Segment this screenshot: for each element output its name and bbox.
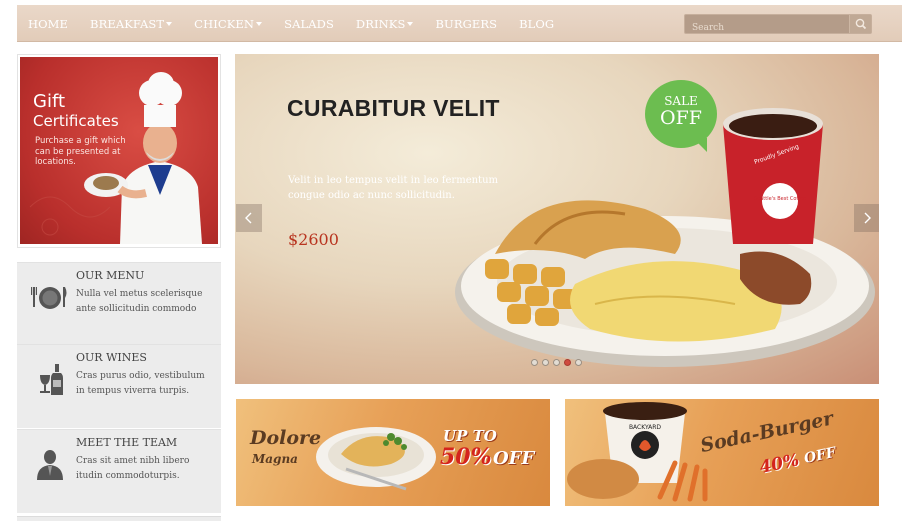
banner-left-off: OFF: [493, 448, 535, 469]
info-text: Cras purus odio, vestibulum in tempus vi…: [76, 371, 205, 396]
search-icon: [855, 18, 867, 30]
banner-left-title: Dolore: [250, 427, 322, 449]
promo-banner-soda-burger[interactable]: BACKYARD Soda-Burger 40% OFF: [565, 399, 879, 506]
slide-text: Velit in leo tempus velit in leo ferment…: [288, 175, 498, 201]
gift-description: Purchase a gift which can be presented a…: [35, 136, 126, 167]
sale-badge-line1: SALE: [664, 94, 698, 108]
banner-left-upto: UP TO: [443, 427, 497, 445]
nav-item-chicken[interactable]: CHICKEN: [194, 17, 263, 31]
info-text: Cras sit amet nibh libero itudin commodo…: [76, 456, 190, 481]
slider-dot[interactable]: [553, 359, 560, 366]
info-box-our-wines[interactable]: OUR WINES Cras purus odio, vestibulum in…: [17, 344, 221, 428]
main-menu: HOME BREAKFAST CHICKEN SALADS DRINKS BUR…: [17, 5, 565, 42]
nav-item-burgers[interactable]: BURGERS: [435, 17, 497, 31]
person-icon: [37, 450, 63, 480]
caret-down-icon: [166, 21, 173, 26]
hero-slider: Seattle's Best Coffee Proudly Serving CU…: [235, 54, 879, 384]
plate-fork-knife-icon: [31, 287, 67, 309]
sale-badge: SALE OFF: [645, 80, 717, 148]
nav-item-home[interactable]: HOME: [28, 17, 68, 31]
slider-dot[interactable]: [542, 359, 549, 366]
slider-next-button[interactable]: [854, 204, 879, 232]
info-text: Nulla vel metus scelerisque ante sollici…: [76, 289, 203, 314]
slider-dot-active[interactable]: [564, 359, 571, 366]
info-box-our-menu[interactable]: OUR MENU Nulla vel metus scelerisque ant…: [17, 262, 221, 344]
caret-down-icon: [256, 21, 263, 26]
banner-left-discount: 50%: [440, 444, 492, 470]
info-title: MEET THE TEAM: [76, 436, 178, 449]
sale-badge-line2: OFF: [660, 107, 702, 129]
top-navigation-bar: HOME BREAKFAST CHICKEN SALADS DRINKS BUR…: [17, 5, 902, 42]
banner-left-subtitle: Magna: [252, 452, 298, 466]
cup-label: Seattle's Best Coffee: [754, 196, 806, 202]
gift-certificates-image: Gift Certificates Purchase a gift which …: [20, 57, 218, 244]
nav-item-breakfast[interactable]: BREAKFAST: [90, 17, 173, 31]
gift-title: Gift: [33, 91, 66, 112]
nav-item-blog[interactable]: BLOG: [519, 17, 554, 31]
slide-price: $2600: [288, 230, 339, 249]
chevron-left-icon: [245, 212, 252, 224]
slider-pagination: [531, 359, 586, 366]
slider-prev-button[interactable]: [236, 204, 262, 232]
gift-subtitle: Certificates: [33, 112, 119, 130]
search-button[interactable]: [849, 15, 871, 33]
chevron-right-icon: [864, 212, 871, 224]
slider-dot[interactable]: [575, 359, 582, 366]
info-title: OUR MENU: [76, 269, 145, 282]
promo-banner-dolore[interactable]: Dolore Magna UP TO 50% OFF: [236, 399, 550, 506]
wine-icon: [40, 364, 63, 395]
caret-down-icon: [407, 21, 414, 26]
info-title: OUR WINES: [76, 351, 147, 364]
nav-item-drinks[interactable]: DRINKS: [356, 17, 414, 31]
search-input[interactable]: [685, 19, 845, 37]
info-box-partial: [17, 516, 221, 521]
slider-dot[interactable]: [531, 359, 538, 366]
gift-certificates-banner[interactable]: Gift Certificates Purchase a gift which …: [17, 54, 221, 248]
slide-title: CURABITUR VELIT: [287, 95, 500, 121]
nav-item-salads[interactable]: SALADS: [284, 17, 334, 31]
info-box-meet-the-team[interactable]: MEET THE TEAM Cras sit amet nibh libero …: [17, 429, 221, 513]
search-box: [684, 14, 872, 37]
cup-brand-text: BACKYARD: [629, 424, 661, 431]
